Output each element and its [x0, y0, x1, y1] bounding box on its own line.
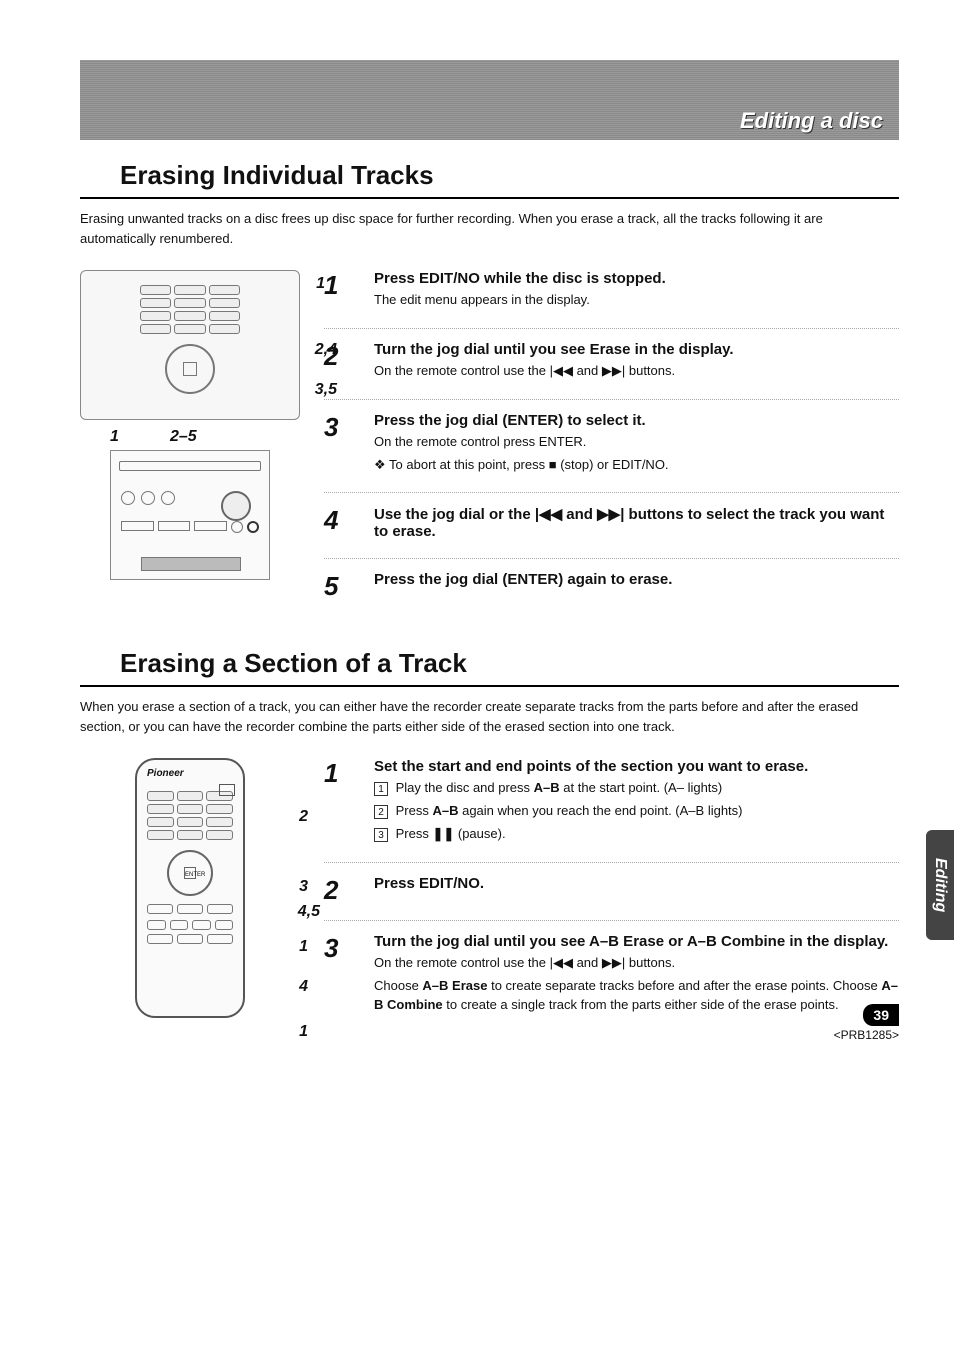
step-number: 4	[324, 505, 348, 544]
section1-title: Erasing Individual Tracks	[120, 160, 434, 191]
step: 5 Press the jog dial (ENTER) again to er…	[324, 558, 899, 616]
manual-page: Editing a disc Erasing Individual Tracks…	[0, 0, 954, 1072]
section2-steps: 1 Set the start and end points of the se…	[324, 758, 899, 1032]
callout: 4,5	[298, 903, 320, 921]
boxed-number-icon: 2	[374, 805, 388, 819]
step-subline: 3 Press ❚❚ (pause).	[374, 825, 899, 844]
boxed-number-icon: 1	[374, 782, 388, 796]
remote-brand: Pioneer	[137, 760, 243, 779]
section1-left-col: 1 2,4 3,5 1 2–5	[80, 270, 300, 616]
callout: 1	[299, 1023, 308, 1041]
section1-columns: 1 2,4 3,5 1 2–5	[80, 270, 899, 616]
step-title: Press EDIT/NO while the disc is stopped.	[374, 270, 899, 287]
section2-title: Erasing a Section of a Track	[120, 648, 467, 679]
step: 1 Set the start and end points of the se…	[324, 758, 899, 862]
callout: 1	[316, 275, 325, 293]
page-footer: 39 <PRB1285>	[834, 1004, 899, 1042]
section1-intro: Erasing unwanted tracks on a disc frees …	[80, 209, 899, 248]
step-title: Set the start and end points of the sect…	[374, 758, 899, 775]
step-number: 5	[324, 571, 348, 602]
step-line: On the remote control use the |◀◀ and ▶▶…	[374, 954, 899, 973]
step: 4 Use the jog dial or the |◀◀ and ▶▶| bu…	[324, 492, 899, 558]
step: 2 Turn the jog dial until you see Erase …	[324, 328, 899, 399]
callout: 2	[299, 808, 308, 826]
step: 1 Press EDIT/NO while the disc is stoppe…	[324, 270, 899, 328]
boxed-number-icon: 3	[374, 828, 388, 842]
step-line: On the remote control use the |◀◀ and ▶▶…	[374, 362, 899, 381]
callout: 4	[299, 978, 308, 996]
step-number: 1	[324, 758, 348, 848]
step-number: 3	[324, 412, 348, 479]
step-paragraph: Choose A–B Erase to create separate trac…	[374, 977, 899, 1015]
side-tab-editing: Editing	[926, 830, 954, 940]
callout: 2,4	[315, 341, 337, 359]
step-title: Press the jog dial (ENTER) again to eras…	[374, 571, 899, 588]
step-number: 2	[324, 875, 348, 906]
step: 2 Press EDIT/NO.	[324, 862, 899, 920]
step-line: On the remote control press ENTER.	[374, 433, 899, 452]
step-title: Press EDIT/NO.	[374, 875, 899, 892]
unit-diagram	[110, 450, 270, 580]
doc-code: <PRB1285>	[834, 1028, 899, 1042]
step-line: ❖ To abort at this point, press ■ (stop)…	[374, 456, 899, 475]
step: 3 Turn the jog dial until you see A–B Er…	[324, 920, 899, 1033]
callout: 1	[299, 938, 308, 956]
section2-columns: Pioneer ENTER	[80, 758, 899, 1032]
section1-steps: 1 Press EDIT/NO while the disc is stoppe…	[324, 270, 899, 616]
header-band: Editing a disc	[80, 60, 899, 140]
callout: 1	[110, 428, 119, 446]
section2-title-row: Erasing a Section of a Track	[80, 642, 899, 687]
step-number: 3	[324, 933, 348, 1019]
section2-intro: When you erase a section of a track, you…	[80, 697, 899, 736]
callout: 2–5	[170, 428, 197, 446]
step-title: Press the jog dial (ENTER) to select it.	[374, 412, 899, 429]
section1-title-row: Erasing Individual Tracks	[80, 154, 899, 199]
step-subline: 2 Press A–B again when you reach the end…	[374, 802, 899, 821]
callout: 3	[299, 878, 308, 896]
remote-diagram-full: Pioneer ENTER	[135, 758, 245, 1018]
callout: 3,5	[315, 381, 337, 399]
step-title: Turn the jog dial until you see A–B Eras…	[374, 933, 899, 950]
step-number: 1	[324, 270, 348, 314]
step-subline: 1 Play the disc and press A–B at the sta…	[374, 779, 899, 798]
page-number: 39	[863, 1004, 899, 1026]
section2-left-col: Pioneer ENTER	[80, 758, 300, 1032]
remote-diagram-small: 1 2,4 3,5	[80, 270, 300, 420]
step-line: The edit menu appears in the display.	[374, 291, 899, 310]
step: 3 Press the jog dial (ENTER) to select i…	[324, 399, 899, 493]
header-band-title: Editing a disc	[740, 108, 883, 134]
step-title: Use the jog dial or the |◀◀ and ▶▶| butt…	[374, 505, 899, 540]
step-title: Turn the jog dial until you see Erase in…	[374, 341, 899, 358]
